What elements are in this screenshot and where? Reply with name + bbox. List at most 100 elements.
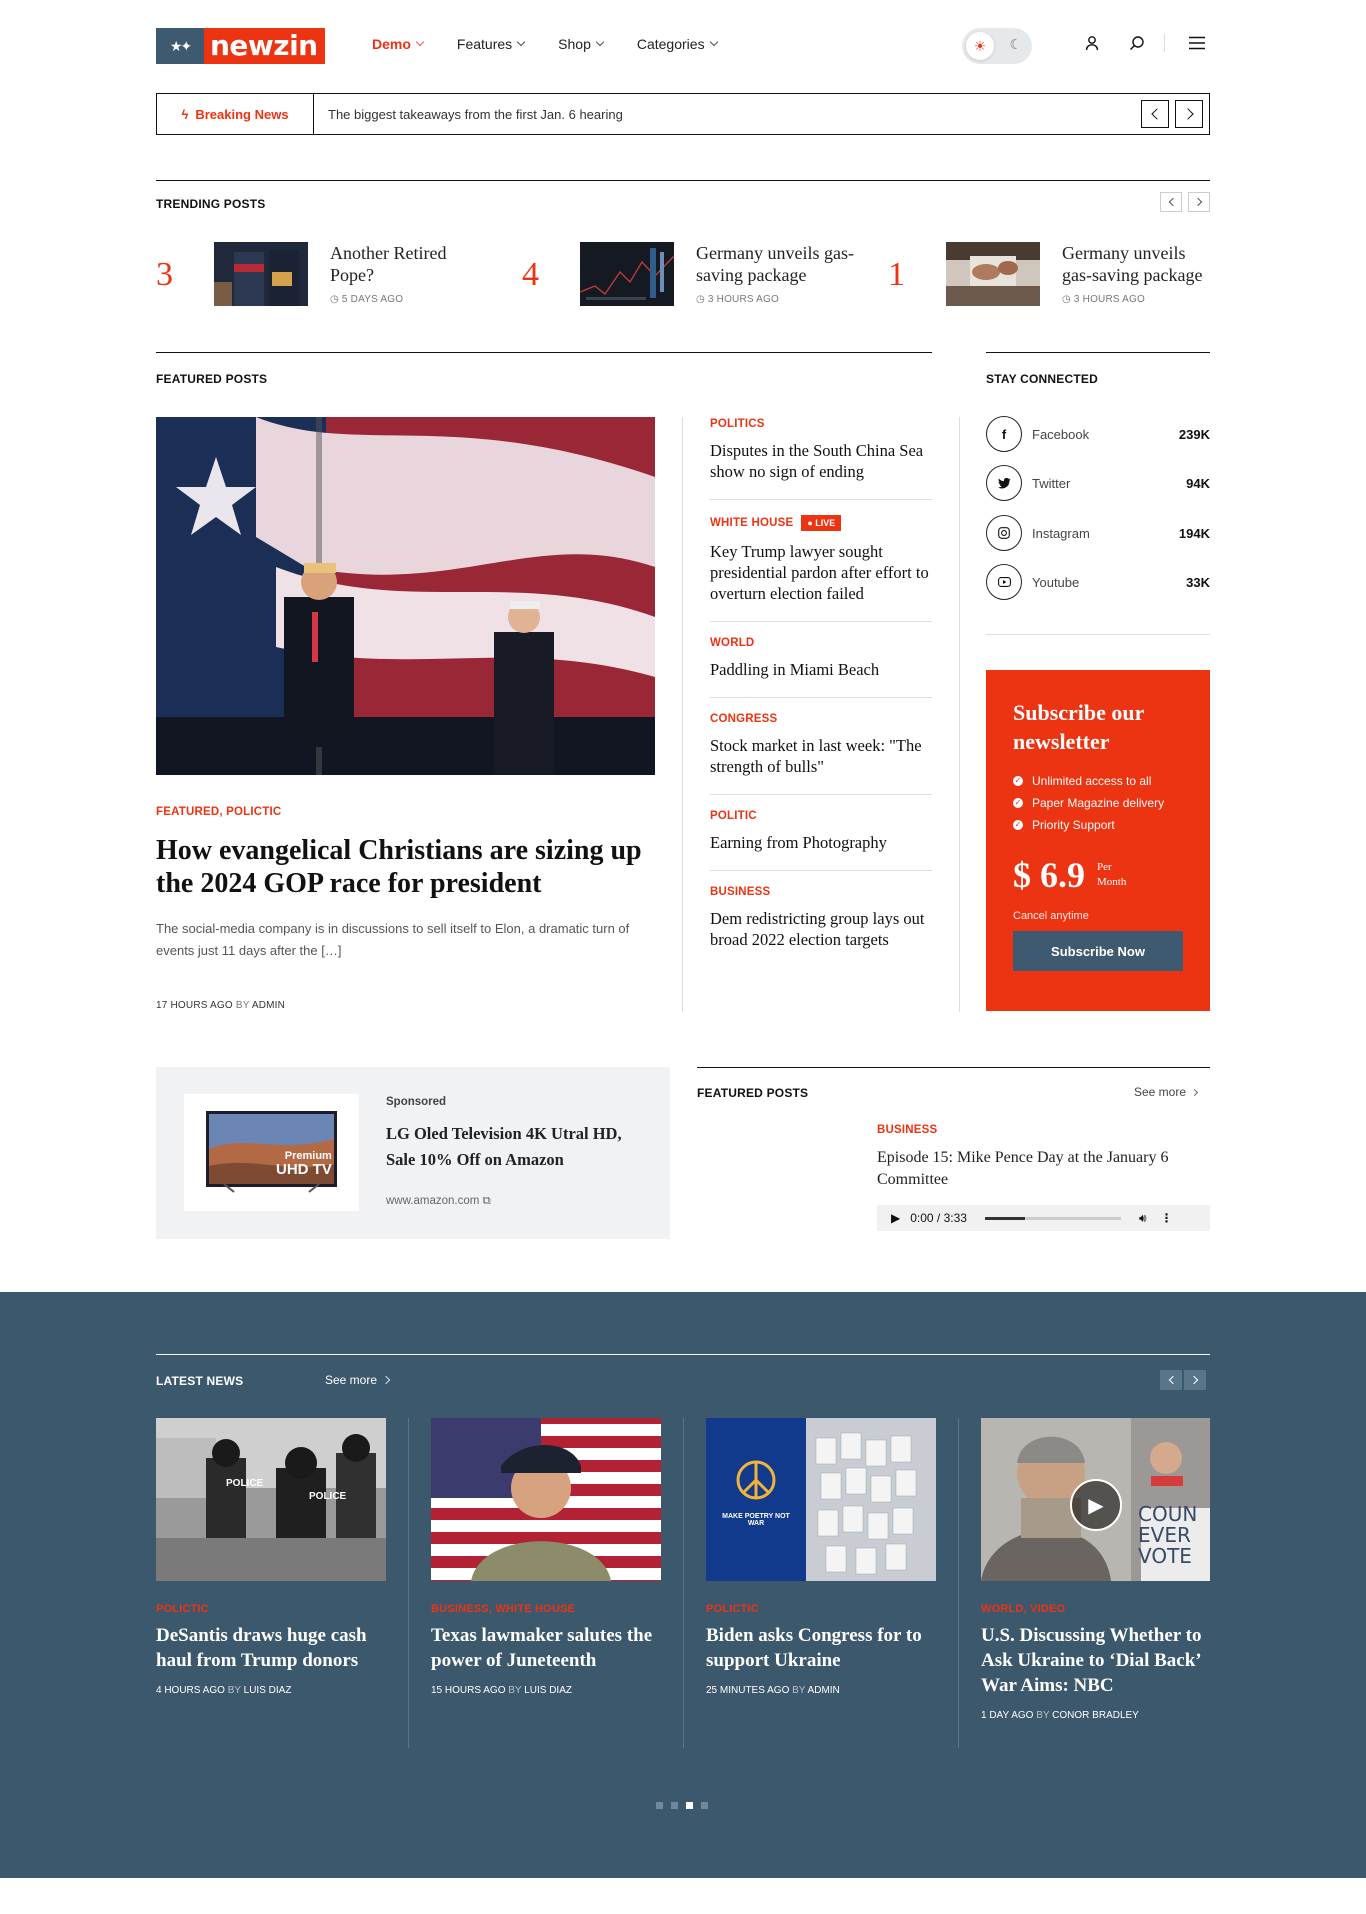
sponsored-card[interactable]: Premium UHD TV Sponsored LG Oled Televis… xyxy=(156,1067,670,1239)
list-item-title[interactable]: Paddling in Miami Beach xyxy=(710,659,932,680)
trend-thumbnail xyxy=(946,242,1040,306)
sponsored-title[interactable]: LG Oled Television 4K Utral HD, Sale 10%… xyxy=(386,1121,646,1173)
latest-image[interactable] xyxy=(431,1418,661,1581)
latest-card[interactable]: BUSINESS, WHITE HOUSE Texas lawmaker sal… xyxy=(431,1418,661,1696)
featured-main-category[interactable]: FEATURED, POLICTIC xyxy=(156,806,281,818)
list-item[interactable]: WORLD Paddling in Miami Beach xyxy=(710,637,932,680)
latest-image[interactable]: MAKE POETRY NOT WAR xyxy=(706,1418,936,1581)
list-item[interactable]: CONGRESS Stock market in last week: "The… xyxy=(710,713,932,777)
latest-category[interactable]: POLICTIC xyxy=(156,1603,386,1615)
featured-main-title[interactable]: How evangelical Christians are sizing up… xyxy=(156,834,666,900)
latest-category[interactable]: BUSINESS, WHITE HOUSE xyxy=(431,1603,661,1615)
list-item-category[interactable]: WHITE HOUSE xyxy=(710,517,793,529)
social-instagram[interactable]: Instagram 194K xyxy=(986,515,1210,551)
audio-progress-bar[interactable] xyxy=(984,1216,1121,1220)
latest-category[interactable]: WORLD, VIDEO xyxy=(981,1603,1211,1615)
featured-main-meta: 17 HOURS AGO BY ADMIN xyxy=(156,1000,286,1011)
user-icon[interactable] xyxy=(1079,30,1105,56)
latest-see-more[interactable]: See more xyxy=(325,1373,391,1387)
chevron-right-icon xyxy=(1193,197,1202,207)
trend-title[interactable]: Another Retired Pope? xyxy=(330,242,466,286)
nav-item-categories[interactable]: Categories xyxy=(637,36,718,52)
perk-item: ✓ Unlimited access to all xyxy=(1013,774,1152,788)
latest-meta: 4 HOURS AGO BY LUIS DIAZ xyxy=(156,1685,292,1696)
column-divider xyxy=(959,417,960,1012)
list-item-title[interactable]: Key Trump lawyer sought presidential par… xyxy=(710,541,932,604)
list-item[interactable]: POLITICS Disputes in the South China Sea… xyxy=(710,418,932,482)
list-item[interactable]: POLITIC Earning from Photography xyxy=(710,810,932,853)
latest-next-button[interactable] xyxy=(1184,1370,1206,1390)
list-item-title[interactable]: Stock market in last week: "The strength… xyxy=(710,735,932,777)
list-item-title[interactable]: Disputes in the South China Sea show no … xyxy=(710,440,932,482)
theme-toggle[interactable]: ☀ ☾ xyxy=(962,28,1032,64)
trending-next-button[interactable] xyxy=(1188,192,1210,212)
list-item-category[interactable]: POLITIC xyxy=(710,810,932,822)
trending-item[interactable]: 3 Another Retired Pope? ◷ 5 DAYS AGO xyxy=(156,242,466,306)
nav-item-shop[interactable]: Shop xyxy=(558,36,605,52)
carousel-dot-active[interactable] xyxy=(686,1802,693,1809)
latest-card[interactable]: POLICE POLICE POLICTIC DeSantis draws hu… xyxy=(156,1418,386,1696)
latest-pager xyxy=(1160,1370,1206,1390)
latest-image[interactable]: POLICE POLICE xyxy=(156,1418,386,1581)
latest-title[interactable]: U.S. Discussing Whether to Ask Ukraine t… xyxy=(981,1623,1211,1698)
more-options-icon[interactable]: ⋮ xyxy=(1161,1211,1173,1225)
logo-stars-icon: ★✦ xyxy=(156,28,204,64)
trending-item[interactable]: 1 Germany unveils gas-saving package ◷ 3… xyxy=(888,242,1210,306)
trending-pager xyxy=(1160,192,1210,212)
divider xyxy=(710,794,932,795)
breaking-headline[interactable]: The biggest takeaways from the first Jan… xyxy=(314,107,1141,122)
search-icon[interactable] xyxy=(1124,30,1150,56)
carousel-dot[interactable] xyxy=(656,1802,663,1809)
volume-icon[interactable]: 🔊︎ xyxy=(1139,1211,1147,1226)
list-item-category[interactable]: BUSINESS xyxy=(710,886,932,898)
nav-item-features[interactable]: Features xyxy=(457,36,526,52)
police-label: POLICE xyxy=(309,1491,347,1502)
podcast-see-more[interactable]: See more xyxy=(1134,1085,1199,1099)
sponsored-url[interactable]: www.amazon.com ⧉ xyxy=(386,1195,491,1208)
carousel-dot[interactable] xyxy=(701,1802,708,1809)
play-icon[interactable]: ▶ xyxy=(891,1211,900,1225)
play-video-icon[interactable]: ▶ xyxy=(1070,1479,1122,1531)
latest-card[interactable]: COUN EVER VOTE ▶ WORLD, VIDEO U.S. Discu… xyxy=(981,1418,1211,1721)
list-item[interactable]: WHITE HOUSE ● LIVE Key Trump lawyer sough… xyxy=(710,515,932,604)
list-item-category[interactable]: POLITICS xyxy=(710,418,932,430)
trend-thumbnail xyxy=(214,242,308,306)
latest-image[interactable]: COUN EVER VOTE ▶ xyxy=(981,1418,1210,1581)
social-twitter[interactable]: Twitter 94K xyxy=(986,465,1210,501)
audio-player: ▶ 0:00 / 3:33 🔊︎ ⋮ xyxy=(877,1205,1210,1231)
podcast-category[interactable]: BUSINESS xyxy=(877,1124,937,1136)
podcast-episode-title[interactable]: Episode 15: Mike Pence Day at the Januar… xyxy=(877,1147,1210,1191)
carousel-dot[interactable] xyxy=(671,1802,678,1809)
newsletter-cancel-note: Cancel anytime xyxy=(1013,910,1089,922)
breaking-next-button[interactable] xyxy=(1175,100,1203,128)
list-item-title[interactable]: Dem redistricting group lays out broad 2… xyxy=(710,908,932,950)
section-rule xyxy=(986,352,1210,353)
list-item-category[interactable]: WORLD xyxy=(710,637,932,649)
latest-category[interactable]: POLICTIC xyxy=(706,1603,936,1615)
latest-title[interactable]: Texas lawmaker salutes the power of June… xyxy=(431,1623,661,1673)
list-item-title[interactable]: Earning from Photography xyxy=(710,832,932,853)
trend-title[interactable]: Germany unveils gas-saving package xyxy=(696,242,856,286)
column-divider xyxy=(408,1418,409,1748)
menu-icon[interactable] xyxy=(1184,30,1210,56)
nav-item-demo[interactable]: Demo xyxy=(372,36,425,52)
trend-rank: 3 xyxy=(156,256,173,293)
latest-title[interactable]: Biden asks Congress for to support Ukrai… xyxy=(706,1623,936,1673)
breaking-label: ϟ Breaking News xyxy=(157,94,314,134)
list-item-category[interactable]: CONGRESS xyxy=(710,713,932,725)
latest-card[interactable]: MAKE POETRY NOT WAR POLICTIC Biden asks … xyxy=(706,1418,936,1696)
section-rule xyxy=(697,1067,1210,1068)
latest-title[interactable]: DeSantis draws huge cash haul from Trump… xyxy=(156,1623,386,1673)
latest-prev-button[interactable] xyxy=(1160,1370,1182,1390)
trending-prev-button[interactable] xyxy=(1160,192,1182,212)
social-youtube[interactable]: Youtube 33K xyxy=(986,564,1210,600)
breaking-prev-button[interactable] xyxy=(1141,100,1169,128)
trending-item[interactable]: 4 Germany unveils gas-saving package ◷ 3… xyxy=(522,242,856,306)
site-logo[interactable]: ★✦ newzin xyxy=(156,28,325,64)
list-item[interactable]: BUSINESS Dem redistricting group lays ou… xyxy=(710,886,932,950)
social-facebook[interactable]: f Facebook 239K xyxy=(986,416,1210,452)
trend-title[interactable]: Germany unveils gas-saving package xyxy=(1062,242,1210,286)
chevron-down-icon xyxy=(415,37,425,47)
subscribe-button[interactable]: Subscribe Now xyxy=(1013,931,1183,971)
featured-main-image[interactable] xyxy=(156,417,655,775)
